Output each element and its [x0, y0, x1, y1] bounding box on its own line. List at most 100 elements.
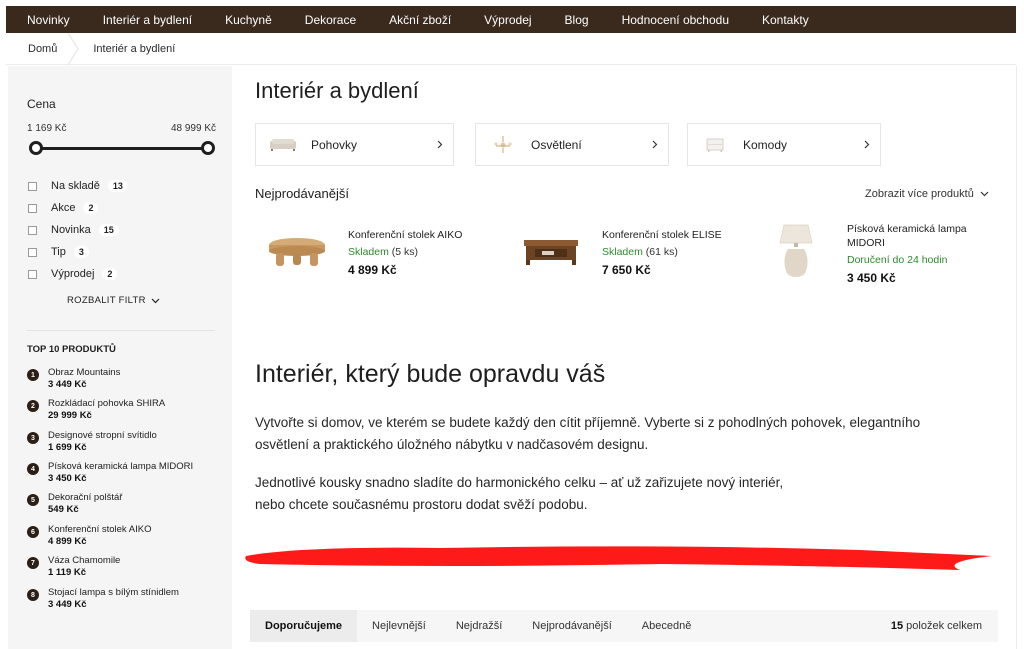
top10-item[interactable]: 5 Dekorační polštář 549 Kč	[27, 492, 122, 516]
stock-status: Skladem (61 ks)	[602, 246, 678, 258]
product-price: 4 899 Kč	[348, 263, 397, 277]
sidebar: Cena 1 169 Kč 48 999 Kč Na skladě 13 Akc…	[8, 66, 232, 649]
bestseller-product-aiko[interactable]: Konferenční stolek AIKO Skladem (5 ks) 4…	[266, 220, 462, 282]
top10-item-price: 3 449 Kč	[48, 379, 87, 390]
nav-item-hodnoceni[interactable]: Hodnocení obchodu	[622, 13, 729, 27]
filter-label: Novinka	[51, 224, 91, 236]
bestseller-product-midori[interactable]: Písková keramická lampa MIDORI Doručení …	[765, 220, 967, 285]
nav-item-kuchyne[interactable]: Kuchyně	[225, 13, 272, 27]
filter-checkbox[interactable]	[28, 269, 37, 279]
top10-item-price: 549 Kč	[48, 504, 79, 515]
category-card-komody[interactable]: Komody	[687, 123, 881, 166]
top10-item-price: 3 449 Kč	[48, 599, 87, 610]
chevron-down-icon	[151, 298, 160, 303]
category-card-pohovky[interactable]: Pohovky	[255, 123, 454, 166]
filter-count-badge: 13	[107, 180, 128, 192]
sort-tab-nejprodavanejsi[interactable]: Nejprodávanější	[517, 610, 627, 642]
sort-tab-nejdrazsi[interactable]: Nejdražší	[441, 610, 517, 642]
filter-akce[interactable]: Akce 2	[28, 202, 99, 214]
filter-vyprodej[interactable]: Výprodej 2	[28, 268, 118, 280]
nav-item-novinky[interactable]: Novinky	[27, 13, 70, 27]
sort-tab-nejlevnejsi[interactable]: Nejlevnější	[357, 610, 441, 642]
breadcrumb-current: Interiér a bydlení	[93, 42, 176, 55]
nav-item-vyprodej[interactable]: Výprodej	[484, 13, 531, 27]
price-slider-track[interactable]	[36, 147, 208, 150]
top10-item-price: 1 119 Kč	[48, 567, 87, 578]
top-navigation: Novinky Interiér a bydlení Kuchyně Dekor…	[6, 6, 1016, 33]
price-slider-max-handle[interactable]	[201, 141, 215, 155]
product-name: Konferenční stolek AIKO	[348, 229, 463, 241]
filter-count-badge: 2	[102, 268, 118, 280]
nav-item-blog[interactable]: Blog	[565, 13, 589, 27]
rank-badge: 2	[27, 400, 39, 412]
top10-heading: TOP 10 PRODUKTŮ	[27, 344, 116, 355]
nav-item-interier[interactable]: Interiér a bydlení	[103, 13, 192, 27]
filter-checkbox[interactable]	[28, 181, 37, 191]
total-items-count: 15 položek celkem	[890, 620, 982, 632]
top10-item-name: Konferenční stolek AIKO	[48, 524, 152, 535]
filter-count-badge: 2	[83, 202, 99, 214]
top10-item-name: Stojací lampa s bílým stínidlem	[48, 587, 179, 598]
top10-item[interactable]: 4 Písková keramická lampa MIDORI 3 450 Kč	[27, 461, 193, 485]
product-name-cont: MIDORI	[847, 237, 885, 249]
expand-filter-button[interactable]: ROZBALIT FILTR	[67, 295, 160, 306]
price-filter-heading: Cena	[27, 97, 56, 111]
product-image	[765, 220, 827, 282]
filter-checkbox[interactable]	[28, 225, 37, 235]
rank-badge: 1	[27, 369, 39, 381]
product-name: Písková keramická lampa	[847, 223, 967, 235]
description-paragraph-1: Vytvořte si domov, ve kterém se budete k…	[255, 415, 921, 452]
category-label: Komody	[743, 137, 788, 152]
content-border	[1016, 66, 1017, 649]
filter-na-sklade[interactable]: Na skladě 13	[28, 180, 128, 192]
top10-item-name: Písková keramická lampa MIDORI	[48, 461, 194, 472]
top10-item[interactable]: 3 Designové stropní svítidlo 1 699 Kč	[27, 430, 157, 454]
breadcrumb-separator-icon	[67, 32, 81, 65]
show-more-products-button[interactable]: Zobrazit více produktů	[865, 188, 989, 200]
nav-item-kontakty[interactable]: Kontakty	[762, 13, 809, 27]
category-label: Pohovky	[311, 137, 358, 152]
price-slider-min-handle[interactable]	[29, 141, 43, 155]
rank-badge: 3	[27, 432, 39, 444]
top10-item-price: 3 450 Kč	[48, 473, 87, 484]
breadcrumb-home[interactable]: Domů	[6, 33, 71, 64]
page-title: Interiér a bydlení	[255, 78, 419, 103]
price-min-value: 1 169 Kč	[27, 123, 67, 134]
top10-item[interactable]: 8 Stojací lampa s bílým stínidlem 3 449 K…	[27, 587, 179, 611]
filter-label: Akce	[51, 202, 76, 214]
filter-novinka[interactable]: Novinka 15	[28, 224, 119, 236]
rank-badge: 6	[27, 526, 39, 538]
stock-status: Skladem (5 ks)	[348, 246, 419, 258]
chevron-right-icon	[652, 140, 658, 149]
top10-item[interactable]: 2 Rozkládací pohovka SHIRA 29 999 Kč	[27, 398, 165, 422]
top10-item[interactable]: 1 Obraz Mountains 3 449 Kč	[27, 367, 120, 391]
nav-item-akcni-zbozi[interactable]: Akční zboží	[389, 13, 451, 27]
top10-item-price: 29 999 Kč	[48, 410, 92, 421]
filter-tip[interactable]: Tip 3	[28, 246, 89, 258]
filter-checkbox[interactable]	[28, 247, 37, 257]
product-price: 3 450 Kč	[847, 271, 896, 285]
rank-badge: 7	[27, 557, 39, 569]
product-image	[520, 220, 582, 282]
filter-label: Tip	[51, 246, 66, 258]
sidebar-divider	[27, 330, 215, 331]
bestseller-product-elise[interactable]: Konferenční stolek ELISE Skladem (61 ks)…	[520, 220, 722, 282]
top10-item-name: Designové stropní svítidlo	[48, 430, 157, 441]
rank-badge: 5	[27, 494, 39, 506]
sort-tab-abecedne[interactable]: Abecedně	[627, 610, 707, 642]
product-price: 7 650 Kč	[602, 263, 651, 277]
description-paragraph-2: Jednotlivé kousky snadno sladíte do harm…	[255, 475, 784, 512]
top10-item[interactable]: 6 Konferenční stolek AIKO 4 899 Kč	[27, 524, 152, 548]
sort-bar: Doporučujeme Nejlevnější Nejdražší Nejpr…	[250, 610, 998, 642]
sort-tab-doporucujeme[interactable]: Doporučujeme	[250, 610, 358, 642]
chevron-right-icon	[437, 140, 443, 149]
category-card-osvetleni[interactable]: Osvětlení	[475, 123, 669, 166]
filter-checkbox[interactable]	[28, 203, 37, 213]
delivery-status: Doručení do 24 hodin	[847, 254, 948, 266]
nav-item-dekorace[interactable]: Dekorace	[305, 13, 356, 27]
top10-item[interactable]: 7 Váza Chamomile 1 119 Kč	[27, 555, 120, 579]
top10-item-name: Váza Chamomile	[48, 555, 121, 566]
chandelier-icon	[489, 135, 517, 155]
red-redaction-stroke	[245, 546, 993, 570]
product-name: Konferenční stolek ELISE	[602, 229, 722, 241]
